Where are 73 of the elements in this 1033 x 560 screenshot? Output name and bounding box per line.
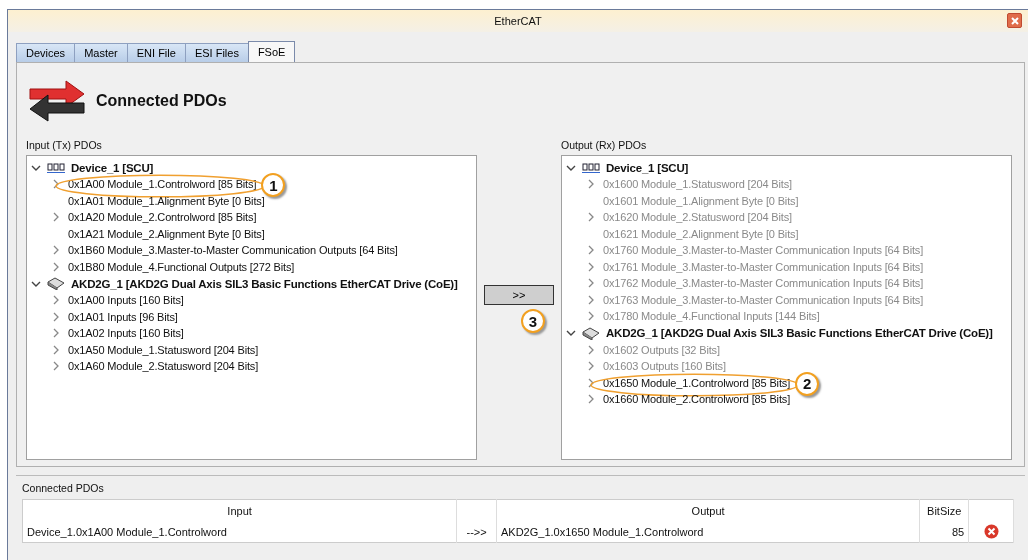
delete-icon[interactable] bbox=[983, 523, 999, 539]
tree-item[interactable]: 0x1660 Module_2.Controlword [85 Bits] bbox=[603, 393, 791, 406]
close-button[interactable] bbox=[1007, 13, 1022, 28]
callout-number: 2 bbox=[795, 371, 820, 396]
table-cell: -->> bbox=[466, 526, 487, 538]
expand-chevron-icon[interactable] bbox=[586, 361, 596, 372]
tab[interactable]: Master bbox=[74, 43, 128, 62]
collapse-chevron-icon[interactable] bbox=[566, 328, 576, 338]
tab[interactable]: ENI File bbox=[126, 43, 186, 62]
expand-chevron-icon[interactable] bbox=[586, 212, 596, 223]
page-heading: Connected PDOs bbox=[96, 92, 227, 110]
expand-chevron-icon[interactable] bbox=[586, 294, 596, 305]
controller-icon bbox=[47, 162, 65, 173]
panel-label: Input (Tx) PDOs bbox=[26, 139, 103, 151]
tree-item[interactable]: 0x1B80 Module_4.Functional Outputs [272 Bits] bbox=[68, 260, 295, 273]
tree-item[interactable]: 0x1A21 Module_2.Alignment Byte [0 Bits] bbox=[68, 227, 265, 240]
tree-item[interactable]: 0x1603 Outputs [160 Bits] bbox=[603, 360, 726, 373]
drive-icon bbox=[582, 326, 600, 340]
window-title: EtherCAT bbox=[494, 15, 542, 27]
tab[interactable]: FSoE bbox=[247, 41, 296, 62]
expand-chevron-icon[interactable] bbox=[586, 278, 596, 289]
tab[interactable]: ESI Files bbox=[184, 43, 249, 62]
tree-group-label[interactable]: AKD2G_1 [AKD2G Dual Axis SIL3 Basic Functions EtherCAT Drive (CoE)] bbox=[71, 277, 458, 290]
expand-chevron-icon[interactable] bbox=[586, 245, 596, 256]
tree-item[interactable]: 0x1620 Module_2.Statusword [204 Bits] bbox=[603, 211, 792, 224]
tree-item[interactable]: 0x1A02 Inputs [160 Bits] bbox=[68, 327, 184, 340]
expand-chevron-icon[interactable] bbox=[586, 179, 596, 190]
column-header: Input bbox=[227, 505, 252, 517]
column-header: BitSize bbox=[927, 505, 962, 517]
tree-item[interactable]: 0x1600 Module_1.Statusword [204 Bits] bbox=[603, 178, 792, 191]
tree-item[interactable]: 0x1A01 Inputs [96 Bits] bbox=[68, 310, 178, 323]
swap-arrows-icon bbox=[28, 79, 86, 123]
tree-item[interactable]: 0x1A20 Module_2.Controlword [85 Bits] bbox=[68, 211, 257, 224]
section-label: Connected PDOs bbox=[22, 482, 105, 494]
expand-chevron-icon[interactable] bbox=[51, 311, 61, 322]
table-cell: 85 bbox=[951, 526, 965, 538]
drive-icon bbox=[47, 277, 65, 290]
tree-group-label[interactable]: AKD2G_1 [AKD2G Dual Axis SIL3 Basic Functions EtherCAT Drive (CoE)] bbox=[606, 327, 993, 339]
tab[interactable]: Devices bbox=[16, 43, 76, 62]
callout-number: 1 bbox=[261, 173, 286, 198]
tree-item[interactable]: 0x1762 Module_3.Master-to-Master Communication Inputs [64 Bits] bbox=[603, 277, 924, 290]
tree-item[interactable]: 0x1A50 Module_1.Statusword [204 Bits] bbox=[68, 343, 259, 356]
tree-item[interactable]: 0x1760 Module_3.Master-to-Master Communication Inputs [64 Bits] bbox=[603, 244, 924, 257]
tree-item[interactable]: 0x1A00 Inputs [160 Bits] bbox=[68, 294, 184, 307]
close-icon bbox=[1010, 16, 1019, 25]
table-cell: Device_1.0x1A00 Module_1.Controlword bbox=[27, 526, 227, 538]
expand-chevron-icon[interactable] bbox=[586, 261, 596, 272]
tree-item[interactable]: 0x1601 Module_1.Alignment Byte [0 Bits] bbox=[603, 194, 799, 207]
tree-item[interactable]: 0x1621 Module_2.Alignment Byte [0 Bits] bbox=[603, 227, 799, 240]
column-header: Output bbox=[691, 505, 725, 517]
tree-item[interactable]: 0x1763 Module_3.Master-to-Master Communication Inputs [64 Bits] bbox=[603, 293, 924, 306]
expand-chevron-icon[interactable] bbox=[51, 361, 61, 372]
expand-chevron-icon[interactable] bbox=[51, 295, 61, 306]
expand-chevron-icon[interactable] bbox=[51, 212, 61, 223]
tree-item[interactable]: 0x1780 Module_4.Functional Inputs [144 Bits] bbox=[603, 310, 820, 323]
transfer-button[interactable]: >> bbox=[484, 285, 554, 305]
expand-chevron-icon[interactable] bbox=[51, 344, 61, 355]
tree-item[interactable]: 0x1B60 Module_3.Master-to-Master Communication Outputs [64 Bits] bbox=[68, 244, 398, 257]
tree-item[interactable]: 0x1602 Outputs [32 Bits] bbox=[603, 343, 720, 356]
tree-group-label[interactable]: Device_1 [SCU] bbox=[71, 161, 154, 174]
expand-chevron-icon[interactable] bbox=[586, 311, 596, 322]
panel-label: Output (Rx) PDOs bbox=[561, 139, 648, 151]
controller-icon bbox=[582, 162, 600, 173]
table-cell: AKD2G_1.0x1650 Module_1.Controlword bbox=[501, 526, 704, 538]
expand-chevron-icon[interactable] bbox=[51, 261, 61, 272]
callout-number: 3 bbox=[521, 309, 545, 333]
expand-chevron-icon[interactable] bbox=[51, 328, 61, 339]
expand-chevron-icon[interactable] bbox=[51, 245, 61, 256]
tree-item[interactable]: 0x1761 Module_3.Master-to-Master Communication Inputs [64 Bits] bbox=[603, 260, 924, 273]
expand-chevron-icon[interactable] bbox=[586, 344, 596, 355]
tree-group-label[interactable]: Device_1 [SCU] bbox=[606, 161, 689, 174]
expand-chevron-icon[interactable] bbox=[586, 394, 596, 405]
tree-item[interactable]: 0x1A60 Module_2.Statusword [204 Bits] bbox=[68, 360, 259, 373]
